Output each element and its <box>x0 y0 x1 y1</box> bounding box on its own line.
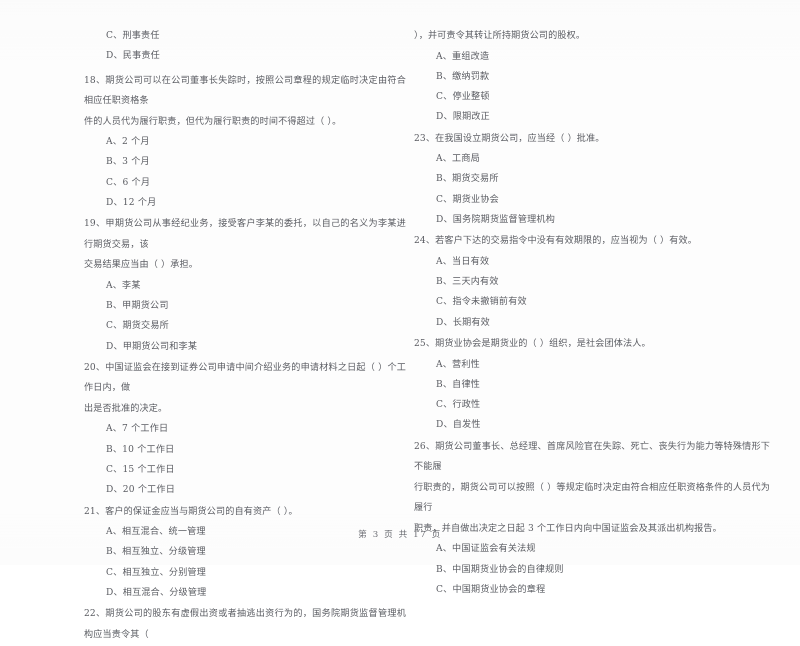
option-item: B、三天内有效 <box>436 277 499 288</box>
page-footer: 第 3 页 共 17 页 <box>358 530 442 540</box>
question-25: 25、期货业协会是期货业的（ ）组织，是社会团体法人。 A、营利性 B、自律性 … <box>414 334 770 436</box>
option-item: D、相互混合、分级管理 <box>106 588 207 599</box>
question-stem-line: 25、期货业协会是期货业的（ ）组织，是社会团体法人。 <box>414 339 651 350</box>
left-column: C、刑事责任 D、民事责任 18、期货公司可以在公司董事长失踪时，按照公司章程的… <box>84 26 406 646</box>
option-item: D、自发性 <box>436 420 481 431</box>
question-stem-line: 19、甲期货公司从事经纪业务，接受客户李某的委托，以自己的名义为李某进行期货交易… <box>84 219 406 250</box>
question-stem-line: 26、期货公司董事长、总经理、首席风险官在失踪、死亡、丧失行为能力等特殊情形下不… <box>414 441 770 473</box>
option-item: A、营利性 <box>436 359 480 370</box>
question-24: 24、若客户下达的交易指令中没有有效期限的，应当视为（ ）有效。 A、当日有效 … <box>414 231 770 333</box>
option-item: B、期货交易所 <box>436 174 499 185</box>
question-26: 26、期货公司董事长、总经理、首席风险官在失踪、死亡、丧失行为能力等特殊情形下不… <box>414 437 770 600</box>
option-item: B、10 个工作日 <box>106 444 175 455</box>
option-item: D、长期有效 <box>436 317 490 328</box>
question-stem-line: 20、中国证监会在接到证券公司申请中间介绍业务的申请材料之日起（ ）个工作日内，… <box>84 362 406 394</box>
option-item: B、甲期货公司 <box>106 301 169 312</box>
option-item: D、限期改正 <box>436 112 490 123</box>
option-item: C、15 个工作日 <box>106 465 175 476</box>
option-item: D、12 个月 <box>106 197 157 208</box>
question-stem-line: 24、若客户下达的交易指令中没有有效期限的，应当视为（ ）有效。 <box>414 236 697 247</box>
question-19: 19、甲期货公司从事经纪业务，接受客户李某的委托，以自己的名义为李某进行期货交易… <box>84 214 406 357</box>
option-item: A、工商局 <box>436 154 480 165</box>
question-stem-line: 21、客户的保证金应当与期货公司的自有资产（ ）。 <box>84 506 298 517</box>
question-stem-line: 22、期货公司的股东有虚假出资或者抽逃出资行为的，国务院期货监督管理机构应当责令… <box>84 609 406 640</box>
question-20: 20、中国证监会在接到证券公司申请中间介绍业务的申请材料之日起（ ）个工作日内，… <box>84 358 406 501</box>
option-item: D、国务院期货监督管理机构 <box>436 215 556 226</box>
option-item: C、刑事责任 <box>106 31 160 41</box>
option-item: D、20 个工作日 <box>106 485 176 496</box>
question-stem-line: 23、在我国设立期货公司，应当经（ ）批准。 <box>414 133 605 144</box>
exam-page: C、刑事责任 D、民事责任 18、期货公司可以在公司董事长失踪时，按照公司章程的… <box>0 0 800 640</box>
option-item: C、期货交易所 <box>106 321 169 332</box>
option-item: C、停业整顿 <box>436 92 490 103</box>
option-item: C、6 个月 <box>106 177 151 188</box>
option-item: C、行政性 <box>436 400 481 411</box>
option-item: B、中国期货业协会的自律规则 <box>436 564 564 575</box>
question-22: 22、期货公司的股东有虚假出资或者抽逃出资行为的，国务院期货监督管理机构应当责令… <box>84 604 406 645</box>
right-column: ），并可责令其转让所持期货公司的股权。 A、重组改造 B、缴纳罚款 C、停业整顿… <box>414 26 770 601</box>
option-item: A、李某 <box>106 280 141 291</box>
option-item: C、指令未撤销前有效 <box>436 297 527 308</box>
option-item: D、甲期货公司和李某 <box>106 341 198 352</box>
question-stem-line: ），并可责令其转让所持期货公司的股权。 <box>414 31 586 41</box>
question-21: 21、客户的保证金应当与期货公司的自有资产（ ）。 A、相互混合、统一管理 B、… <box>84 502 406 604</box>
option-item: C、中国期货业协会的章程 <box>436 584 546 595</box>
option-item: C、期货业协会 <box>436 194 499 205</box>
question-stem-line: 出是否批准的决定。 <box>84 403 168 414</box>
question-23: 23、在我国设立期货公司，应当经（ ）批准。 A、工商局 B、期货交易所 C、期… <box>414 129 770 231</box>
option-item: A、7 个工作日 <box>106 424 169 435</box>
question-stem-line: 行职责的，期货公司可以按照（ ）等规定临时决定由符合相应任职资格条件的人员代为履… <box>414 482 770 514</box>
option-item: A、中国证监会有关法规 <box>436 544 536 555</box>
option-item: B、3 个月 <box>106 157 150 168</box>
carryover-options-left: C、刑事责任 D、民事责任 <box>84 26 406 67</box>
question-22-continuation: ），并可责令其转让所持期货公司的股权。 A、重组改造 B、缴纳罚款 C、停业整顿… <box>414 26 770 128</box>
option-item: C、相互独立、分别管理 <box>106 567 207 578</box>
question-stem-line: 件的人员代为履行职责，但代为履行职责的时间不得超过（ ）。 <box>84 116 342 127</box>
question-stem-line: 18、期货公司可以在公司董事长失踪时，按照公司章程的规定临时决定由符合相应任职资… <box>84 75 406 107</box>
option-item: B、自律性 <box>436 379 481 390</box>
question-stem-line: 交易结果应当由（ ）承担。 <box>84 260 198 271</box>
option-item: D、民事责任 <box>106 51 160 62</box>
option-item: A、当日有效 <box>436 256 490 267</box>
option-item: B、相互独立、分级管理 <box>106 547 206 558</box>
option-item: A、重组改造 <box>436 51 490 62</box>
option-item: A、2 个月 <box>106 137 150 148</box>
question-18: 18、期货公司可以在公司董事长失踪时，按照公司章程的规定临时决定由符合相应任职资… <box>84 71 406 214</box>
option-item: B、缴纳罚款 <box>436 71 490 82</box>
